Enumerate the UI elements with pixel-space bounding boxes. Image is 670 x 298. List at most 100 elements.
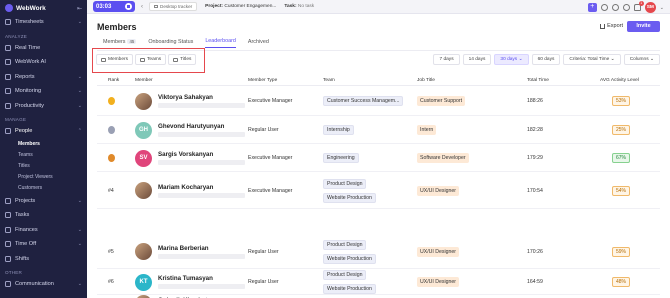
chevron-down-icon: ⌄ bbox=[77, 102, 82, 109]
sidebar-item-tasks[interactable]: Tasks bbox=[0, 208, 87, 223]
monitor-icon bbox=[5, 44, 11, 51]
current-task[interactable]: Task: No task bbox=[284, 4, 314, 9]
brand: WebWork ⇤ bbox=[0, 1, 87, 15]
chat-icon bbox=[5, 281, 11, 288]
sidebar-item-webwork-ai[interactable]: WebWork AI bbox=[0, 55, 87, 70]
tab-onboarding-status[interactable]: Onboarding Status bbox=[148, 38, 193, 48]
back-chevron-icon[interactable]: ‹ bbox=[141, 4, 143, 10]
sidebar-item-real-time[interactable]: Real Time bbox=[0, 41, 87, 56]
col-member[interactable]: Member bbox=[135, 78, 153, 83]
sidebar-sub-teams[interactable]: Teams bbox=[0, 150, 87, 161]
help-icon[interactable] bbox=[611, 4, 619, 11]
tab-members[interactable]: Members 45 bbox=[103, 38, 137, 48]
member-email-bar bbox=[158, 160, 245, 165]
activity-badge: 25% bbox=[612, 125, 630, 135]
sidebar-sub-members[interactable]: Members bbox=[0, 139, 87, 150]
criteria-select[interactable]: Criteria: Total Time ⌄ bbox=[563, 54, 621, 65]
checklist-icon bbox=[5, 212, 11, 219]
sidebar-item-people[interactable]: People ⌃ bbox=[0, 124, 87, 139]
table-row[interactable]: SV Sargis Vorskanyan Executive Manager Engi… bbox=[97, 144, 660, 172]
member-type: Executive Manager bbox=[248, 98, 293, 104]
add-icon[interactable]: + bbox=[587, 3, 597, 12]
invite-button[interactable]: Invite bbox=[627, 21, 660, 32]
bell-icon[interactable]: 1 bbox=[633, 1, 644, 11]
people-icon bbox=[5, 128, 11, 135]
silver-medal-icon bbox=[108, 126, 115, 134]
sidebar-item-timesheets[interactable]: Timesheets ⌄ bbox=[0, 15, 87, 30]
table-row[interactable]: Viktorya Sahakyan Executive Manager Custom… bbox=[97, 86, 660, 116]
member-email-bar bbox=[158, 132, 245, 137]
chevron-down-icon: ⌄ bbox=[77, 241, 82, 248]
current-project[interactable]: Project: Customer Engagemen... bbox=[205, 4, 276, 9]
avatar bbox=[135, 243, 152, 260]
sidebar-item-productivity[interactable]: Productivity ⌄ bbox=[0, 99, 87, 114]
timer-button[interactable]: 03:03 bbox=[93, 1, 135, 12]
range-60-days[interactable]: 60 days bbox=[531, 54, 561, 65]
export-button[interactable]: Export bbox=[600, 23, 623, 29]
sidebar-item-time-off[interactable]: Time Off ⌄ bbox=[0, 237, 87, 252]
member-name[interactable]: Marina Berberian bbox=[158, 245, 209, 252]
sidebar-sub-customers[interactable]: Customers bbox=[0, 183, 87, 194]
sidebar-item-projects[interactable]: Projects ⌄ bbox=[0, 194, 87, 209]
table-row[interactable]: #6 KT Kristina Tumasyan Regular User Product… bbox=[97, 269, 660, 295]
job-title-badge: UX/UI Designer bbox=[417, 185, 460, 196]
col-avg-activity[interactable]: AVG Activity Level bbox=[600, 78, 639, 83]
user-avatar[interactable]: SM bbox=[644, 2, 656, 13]
chevron-down-icon[interactable]: ⌄ bbox=[660, 5, 664, 11]
activity-badge: 54% bbox=[612, 185, 630, 196]
avatar: GH bbox=[135, 121, 152, 139]
table-row[interactable]: GH Ghevond Harutyunyan Regular User Interns… bbox=[97, 116, 660, 144]
columns-select[interactable]: Columns ⌄ bbox=[623, 54, 660, 65]
team-badge: Website Production bbox=[323, 192, 376, 203]
avatar: KT bbox=[135, 273, 152, 291]
col-total-time[interactable]: Total Time bbox=[527, 78, 549, 83]
member-name[interactable]: Kristina Tumasyan bbox=[158, 275, 213, 282]
sidebar-sub-titles[interactable]: Titles bbox=[0, 161, 87, 172]
activity-badge: 53% bbox=[612, 96, 630, 106]
member-name[interactable]: Ghevond Harutyunyan bbox=[158, 123, 224, 130]
calendar-icon bbox=[5, 241, 11, 248]
table-row[interactable]: #4 Mariam Kocharyan Executive Manager Produ… bbox=[97, 172, 660, 209]
sidebar-item-monitoring[interactable]: Monitoring ⌄ bbox=[0, 84, 87, 99]
group-by-titles[interactable]: Titles bbox=[168, 54, 197, 65]
chevron-down-icon: ⌄ bbox=[77, 19, 82, 26]
webwork-logo-icon bbox=[5, 4, 13, 12]
member-name[interactable]: Mariam Kocharyan bbox=[158, 184, 213, 191]
desktop-tracker-button[interactable]: Desktop tracker bbox=[149, 2, 198, 11]
range-30-days[interactable]: 30 days ⌄ bbox=[494, 54, 529, 65]
sidebar-item-communication[interactable]: Communication ⌄ bbox=[0, 277, 87, 292]
range-14-days[interactable]: 14 days bbox=[462, 54, 492, 65]
sidebar-item-reports[interactable]: Reports ⌄ bbox=[0, 70, 87, 85]
member-email-bar bbox=[158, 192, 245, 198]
sidebar-item-finances[interactable]: Finances ⌄ bbox=[0, 223, 87, 238]
table-header: Rank Member Member Type Team Job Title T… bbox=[97, 75, 660, 86]
member-type: Regular User bbox=[248, 248, 279, 255]
team-badge: Website Production bbox=[323, 253, 376, 264]
sidebar-item-shifts[interactable]: Shifts bbox=[0, 252, 87, 267]
collapse-sidebar-icon[interactable]: ⇤ bbox=[77, 5, 82, 12]
col-member-type[interactable]: Member Type bbox=[248, 78, 277, 83]
sidebar-sub-project-viewers[interactable]: Project Viewers bbox=[0, 172, 87, 183]
rank-label: #6 bbox=[108, 279, 114, 285]
settings-icon[interactable] bbox=[622, 4, 630, 11]
gold-medal-icon bbox=[108, 97, 115, 105]
stop-icon[interactable] bbox=[125, 3, 132, 10]
tab-leaderboard[interactable]: Leaderboard bbox=[205, 38, 236, 48]
col-team[interactable]: Team bbox=[323, 78, 335, 83]
download-icon[interactable] bbox=[600, 4, 608, 11]
clock-icon bbox=[5, 19, 11, 26]
member-email-bar bbox=[158, 103, 245, 108]
col-job-title[interactable]: Job Title bbox=[417, 78, 435, 83]
member-name[interactable]: Viktorya Sahakyan bbox=[158, 94, 213, 101]
total-time: 170:26 bbox=[527, 248, 543, 255]
chevron-down-icon: ⌄ bbox=[77, 226, 82, 233]
table-row[interactable]: #5 Marina Berberian Regular User Product De… bbox=[97, 234, 660, 269]
tab-archived[interactable]: Archived bbox=[248, 38, 269, 48]
range-7-days[interactable]: 7 days bbox=[433, 54, 460, 65]
member-email-bar bbox=[158, 253, 245, 259]
member-name[interactable]: Sargis Vorskanyan bbox=[158, 151, 213, 158]
group-by-teams[interactable]: Teams bbox=[135, 54, 167, 65]
col-rank[interactable]: Rank bbox=[108, 78, 119, 83]
group-by-members[interactable]: Members bbox=[96, 54, 133, 65]
members-icon bbox=[101, 57, 106, 62]
